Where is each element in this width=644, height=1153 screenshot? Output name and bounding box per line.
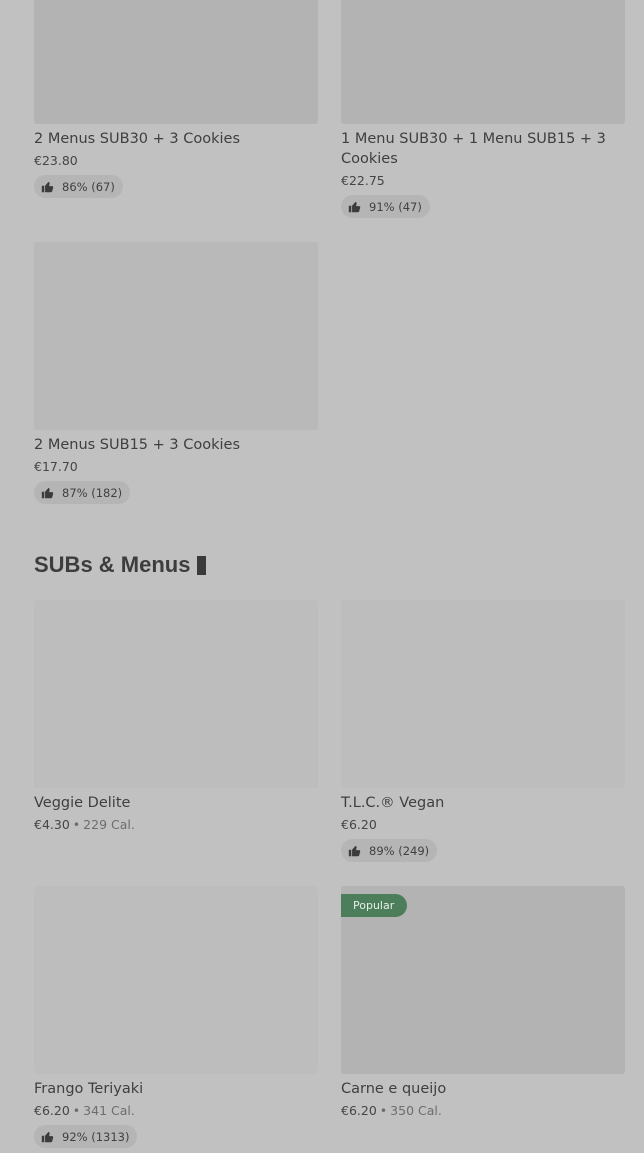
- item-title: Frango Teriyaki: [34, 1081, 144, 1097]
- thumbs-up-icon: [348, 845, 361, 857]
- thumbs-up-icon: [41, 487, 54, 499]
- thumbs-up-icon: [41, 181, 54, 193]
- item-price: €4.30: [34, 817, 70, 832]
- rating-pill: 87% (182): [34, 481, 131, 504]
- item-calories: 229 Cal.: [83, 817, 135, 832]
- item-image[interactable]: Popular: [341, 886, 625, 1074]
- section-title: SUBs & Menus: [34, 552, 191, 577]
- meta-separator: •: [72, 817, 81, 832]
- item-meta: €17.70: [34, 458, 318, 475]
- item-image[interactable]: [341, 600, 625, 788]
- rating-text: 86% (67): [62, 179, 115, 194]
- rating-pill: 92% (1313): [34, 1125, 138, 1148]
- rating-pill: 89% (249): [341, 839, 438, 862]
- thumbs-up-icon: [41, 1131, 54, 1143]
- item-meta: €22.75: [341, 172, 625, 189]
- item-price: €6.20: [341, 1103, 377, 1118]
- item-title: T.L.C.® Vegan: [341, 795, 445, 811]
- rating-text: 91% (47): [369, 199, 422, 214]
- popular-badge: Popular: [341, 894, 408, 917]
- item-price: €22.75: [341, 173, 385, 188]
- meta-separator: •: [379, 1103, 388, 1118]
- item-title: 2 Menus SUB15 + 3 Cookies: [34, 437, 240, 453]
- item-price: €23.80: [34, 153, 78, 168]
- thumbs-up-icon: [348, 201, 361, 213]
- menu-item-card[interactable]: 1 Menu SUB30 + 1 Menu SUB15 + 3 Cookies …: [341, 0, 625, 218]
- menu-item-card[interactable]: Frango Teriyaki €6.20 • 341 Cal. 92% (1313…: [34, 886, 318, 1148]
- item-calories: 341 Cal.: [83, 1103, 135, 1118]
- item-image[interactable]: [34, 0, 318, 124]
- rating-pill: 86% (67): [34, 175, 123, 198]
- section-heading: SUBs & Menus: [34, 552, 207, 578]
- item-image[interactable]: [34, 242, 318, 430]
- item-meta: €6.20: [341, 816, 625, 833]
- item-image[interactable]: [34, 600, 318, 788]
- rating-text: 87% (182): [62, 485, 123, 500]
- item-meta: €6.20 • 341 Cal.: [34, 1102, 318, 1119]
- heading-marker: [197, 555, 207, 575]
- meta-separator: •: [72, 1103, 81, 1118]
- menu-item-card[interactable]: 2 Menus SUB15 + 3 Cookies €17.70 87% (18…: [34, 242, 318, 504]
- item-meta: €23.80: [34, 152, 318, 169]
- item-price: €6.20: [34, 1103, 70, 1118]
- menu-item-card[interactable]: Veggie Delite €4.30 • 229 Cal.: [34, 600, 318, 833]
- rating-text: 89% (249): [369, 843, 430, 858]
- item-meta: €4.30 • 229 Cal.: [34, 816, 318, 833]
- item-title: Carne e queijo: [341, 1081, 447, 1097]
- item-price: €6.20: [341, 817, 377, 832]
- menu-item-card[interactable]: 2 Menus SUB30 + 3 Cookies €23.80 86% (67…: [34, 0, 318, 198]
- item-meta: €6.20 • 350 Cal.: [341, 1102, 625, 1119]
- rating-pill: 91% (47): [341, 195, 430, 218]
- menu-item-card[interactable]: Popular Carne e queijo €6.20 • 350 Cal.: [341, 886, 625, 1119]
- item-price: €17.70: [34, 459, 78, 474]
- rating-text: 92% (1313): [62, 1129, 130, 1144]
- menu-item-card[interactable]: T.L.C.® Vegan €6.20 89% (249): [341, 600, 625, 862]
- item-title: 2 Menus SUB30 + 3 Cookies: [34, 131, 240, 147]
- item-calories: 350 Cal.: [390, 1103, 442, 1118]
- item-image[interactable]: [341, 0, 625, 124]
- item-title: 1 Menu SUB30 + 1 Menu SUB15 + 3 Cookies: [341, 131, 606, 167]
- item-title: Veggie Delite: [34, 795, 131, 811]
- item-image[interactable]: [34, 886, 318, 1074]
